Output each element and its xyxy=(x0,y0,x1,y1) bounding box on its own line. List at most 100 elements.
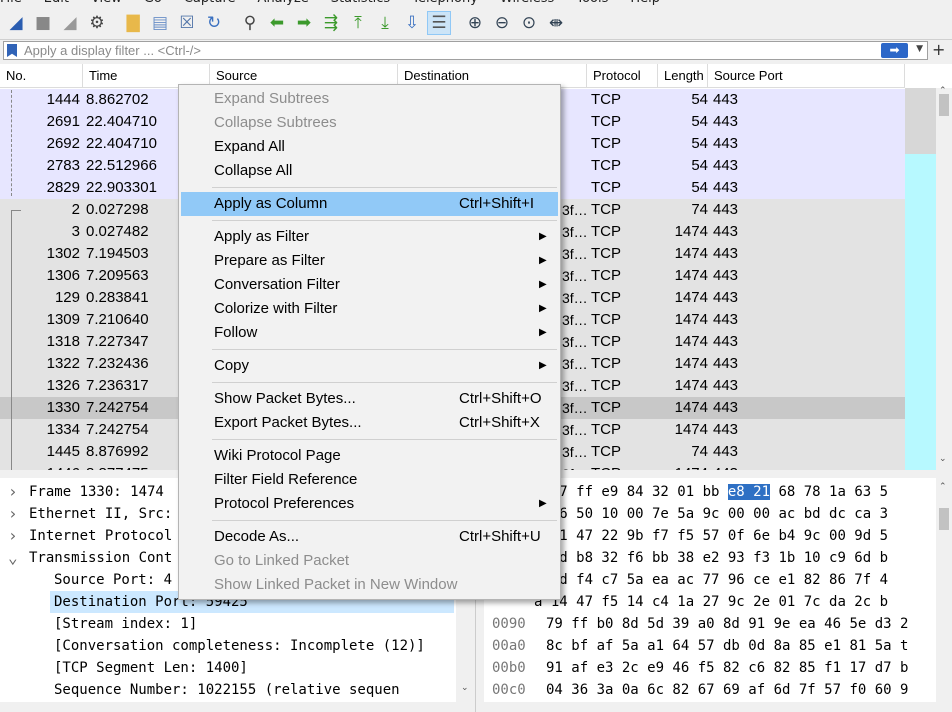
file-icon[interactable]: ▤ xyxy=(148,11,172,35)
menu-item-filter-field-reference[interactable]: Filter Field Reference xyxy=(181,468,558,492)
scroll-down-icon[interactable]: ⌄ xyxy=(939,454,947,464)
go-to-packet-icon[interactable]: ⇶ xyxy=(319,11,343,35)
menu-item-collapse-all[interactable]: Collapse All xyxy=(181,159,558,183)
main-toolbar: File Edit View Go Capture Analyze Statistics Te… xyxy=(0,0,952,40)
collapse-chevron-icon[interactable]: ⌄ xyxy=(8,547,18,569)
first-packet-icon[interactable]: ⤒ xyxy=(346,11,370,35)
menu-item-export-packet-bytes[interactable]: Export Packet Bytes... Ctrl+Shift+X xyxy=(181,411,558,435)
menu-separator xyxy=(212,439,557,440)
apply-filter-arrow-icon[interactable]: ➡ xyxy=(881,43,908,58)
bytes-hex: c6 82 85 f1 17 d7 b xyxy=(748,660,909,676)
menu-item-expand-all[interactable]: Expand All xyxy=(181,135,558,159)
bookmark-icon[interactable] xyxy=(7,44,17,57)
packet-len: 54 xyxy=(691,179,708,196)
menu-item-follow[interactable]: Follow ▶ xyxy=(181,321,558,345)
detail-row[interactable]: [Conversation completeness: Incomplete (… xyxy=(0,635,456,657)
autoscroll-icon[interactable]: ⇩ xyxy=(400,11,424,35)
detail-row[interactable]: Sequence Number: 1022155 (relative seque… xyxy=(0,679,456,701)
resize-columns-icon[interactable]: ⇼ xyxy=(544,11,568,35)
menu-item-conversation-filter[interactable]: Conversation Filter ▶ xyxy=(181,273,558,297)
menu-item-label: Filter Field Reference xyxy=(214,471,358,488)
packet-sport: 443 xyxy=(713,311,739,328)
packet-no: 2829 xyxy=(46,179,80,196)
detail-row[interactable]: [Stream index: 1] xyxy=(0,613,456,635)
menu-telephony[interactable]: Telephony xyxy=(412,0,478,6)
filter-placeholder: Apply a display filter ... <Ctrl-/> xyxy=(24,43,202,58)
expand-chevron-icon[interactable]: › xyxy=(8,481,18,503)
filter-history-dropdown-icon[interactable]: ▼ xyxy=(916,44,923,54)
menu-item-copy[interactable]: Copy ▶ xyxy=(181,354,558,378)
zoom-out-icon[interactable]: ⊖ xyxy=(490,11,514,35)
packet-no: 1446 xyxy=(0,463,80,470)
menu-item-apply-as-column[interactable]: Apply as Column Ctrl+Shift+I xyxy=(181,192,558,216)
packet-len: 1474 xyxy=(674,245,708,262)
column-header-protocol[interactable]: Protocol xyxy=(587,64,658,88)
menu-analyze[interactable]: Analyze xyxy=(258,0,309,6)
bytes-hex: 00 00 ac bd dc ca 3 xyxy=(727,506,889,522)
menu-item-prepare-as-filter[interactable]: Prepare as Filter ▶ xyxy=(181,249,558,273)
options-gear-icon[interactable]: ⚙ xyxy=(85,11,109,35)
menu-item-decode-as[interactable]: Decode As... Ctrl+Shift+U xyxy=(181,525,558,549)
scroll-up-icon[interactable]: ⌃ xyxy=(939,482,947,492)
bytes-scrollbar[interactable]: ⌃ xyxy=(936,478,952,712)
menu-edit[interactable]: Edit xyxy=(44,0,69,6)
menu-item-apply-as-filter[interactable]: Apply as Filter ▶ xyxy=(181,225,558,249)
menu-capture[interactable]: Capture xyxy=(184,0,236,6)
menu-item-protocol-preferences[interactable]: Protocol Preferences ▶ xyxy=(181,492,558,516)
packet-dst: 3f… xyxy=(562,378,588,394)
column-header-source-port[interactable]: Source Port xyxy=(708,64,905,88)
menu-file[interactable]: File xyxy=(0,0,22,6)
bytes-hex: 91 af e3 2c e9 46 f5 82 xyxy=(546,660,749,676)
display-filter-input[interactable]: Apply a display filter ... <Ctrl-/> ➡ ▼ xyxy=(3,41,928,60)
menu-statistics[interactable]: Statistics xyxy=(331,0,390,6)
menu-item-wiki-protocol-page[interactable]: Wiki Protocol Page xyxy=(181,444,558,468)
column-header-length[interactable]: Length xyxy=(658,64,708,88)
bytes-row[interactable]: 00c0 04 36 3a 0a 6c 82 67 69 af 6d 7f 57 … xyxy=(484,679,936,701)
packet-sport: 443 xyxy=(713,377,739,394)
packet-dst: 3f… xyxy=(562,334,588,350)
packet-time: 7.227347 xyxy=(86,333,149,350)
expand-chevron-icon[interactable]: › xyxy=(8,525,18,547)
detail-row[interactable]: [TCP Segment Len: 1400] xyxy=(0,657,456,679)
bytes-row[interactable]: 00b0 91 af e3 2c e9 46 f5 82 c6 82 85 f1 … xyxy=(484,657,936,679)
scroll-thumb[interactable] xyxy=(939,508,949,530)
bytes-row[interactable]: 00a0 8c bf af 5a a1 64 57 db 0d 8a 85 e1 … xyxy=(484,635,936,657)
menu-tools[interactable]: Tools xyxy=(576,0,608,6)
menu-item-colorize-with-filter[interactable]: Colorize with Filter ▶ xyxy=(181,297,558,321)
menu-wireless[interactable]: Wireless xyxy=(500,0,554,6)
find-icon[interactable]: ⚲ xyxy=(238,11,262,35)
scroll-down-icon[interactable]: ⌄ xyxy=(461,683,469,693)
column-header-no[interactable]: No. xyxy=(0,64,83,88)
details-hscrollbar[interactable] xyxy=(0,702,456,712)
reload-icon[interactable]: ↻ xyxy=(202,11,226,35)
last-packet-icon[interactable]: ⤓ xyxy=(373,11,397,35)
colorize-icon[interactable]: ☰ xyxy=(427,11,451,35)
back-arrow-icon[interactable]: ⬅ xyxy=(265,11,289,35)
close-file-icon[interactable]: ☒ xyxy=(175,11,199,35)
menu-item-show-packet-bytes[interactable]: Show Packet Bytes... Ctrl+Shift+O xyxy=(181,387,558,411)
expand-chevron-icon[interactable]: › xyxy=(8,503,18,525)
packet-time: 7.209563 xyxy=(86,267,149,284)
bytes-row[interactable]: 0090 79 ff b0 8d 5d 39 a0 8d 91 9e ea 46 … xyxy=(484,613,936,635)
open-folder-icon[interactable]: ▇ xyxy=(121,11,145,35)
packet-proto: TCP xyxy=(591,311,621,328)
packet-len: 74 xyxy=(691,201,708,218)
bytes-hscrollbar[interactable] xyxy=(484,702,936,712)
zoom-in-icon[interactable]: ⊕ xyxy=(463,11,487,35)
scroll-thumb[interactable] xyxy=(939,94,949,116)
packet-proto: TCP xyxy=(591,421,621,438)
menu-go[interactable]: Go xyxy=(144,0,162,6)
forward-arrow-icon[interactable]: ➡ xyxy=(292,11,316,35)
normal-size-icon[interactable]: ⊙ xyxy=(517,11,541,35)
restart-icon[interactable]: ◢ xyxy=(58,11,82,35)
menu-view[interactable]: View xyxy=(91,0,122,6)
packet-proto: TCP xyxy=(591,223,621,240)
shark-fin-icon[interactable]: ◢ xyxy=(4,11,28,35)
packet-minimap[interactable] xyxy=(905,88,936,470)
stop-icon[interactable]: ■ xyxy=(31,11,55,35)
bytes-offset: 00b0 xyxy=(492,660,526,676)
menu-help[interactable]: Help xyxy=(630,0,660,6)
add-filter-button[interactable]: + xyxy=(932,40,945,59)
packet-list-scrollbar[interactable]: ⌃ ⌄ xyxy=(936,86,952,470)
packet-time: 22.404710 xyxy=(86,135,157,152)
